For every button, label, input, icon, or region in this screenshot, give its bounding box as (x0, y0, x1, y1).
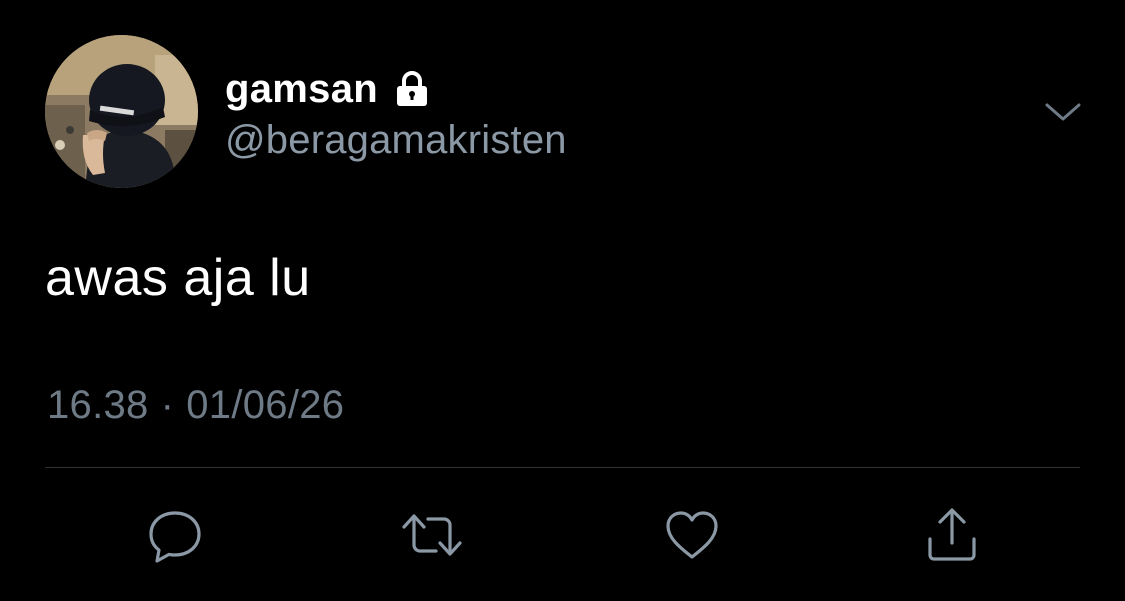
avatar[interactable] (45, 35, 198, 188)
heart-icon (662, 505, 722, 565)
username[interactable]: @beragamakristen (225, 118, 567, 163)
display-name-row: gamsan (225, 66, 432, 112)
meta-separator: · (160, 383, 175, 427)
retweet-button[interactable] (400, 503, 464, 567)
like-button[interactable] (660, 503, 724, 567)
share-button[interactable] (920, 503, 984, 567)
reply-button[interactable] (143, 503, 207, 567)
chevron-down-icon[interactable] (1043, 97, 1083, 127)
display-name[interactable]: gamsan (225, 67, 378, 112)
reply-icon (145, 505, 205, 565)
avatar-photo (45, 35, 198, 188)
share-icon (922, 505, 982, 565)
divider (45, 467, 1080, 468)
tweet-date: 01/06/26 (186, 383, 345, 427)
tweet-time: 16.38 (47, 383, 149, 427)
lock-icon (392, 69, 432, 109)
tweet-text: awas aja lu (45, 249, 311, 307)
tweet-detail: gamsan @beragamakristen awas aja lu 16.3… (0, 0, 1125, 601)
tweet-timestamp[interactable]: 16.38 · 01/06/26 (47, 383, 344, 428)
retweet-icon (400, 505, 464, 565)
